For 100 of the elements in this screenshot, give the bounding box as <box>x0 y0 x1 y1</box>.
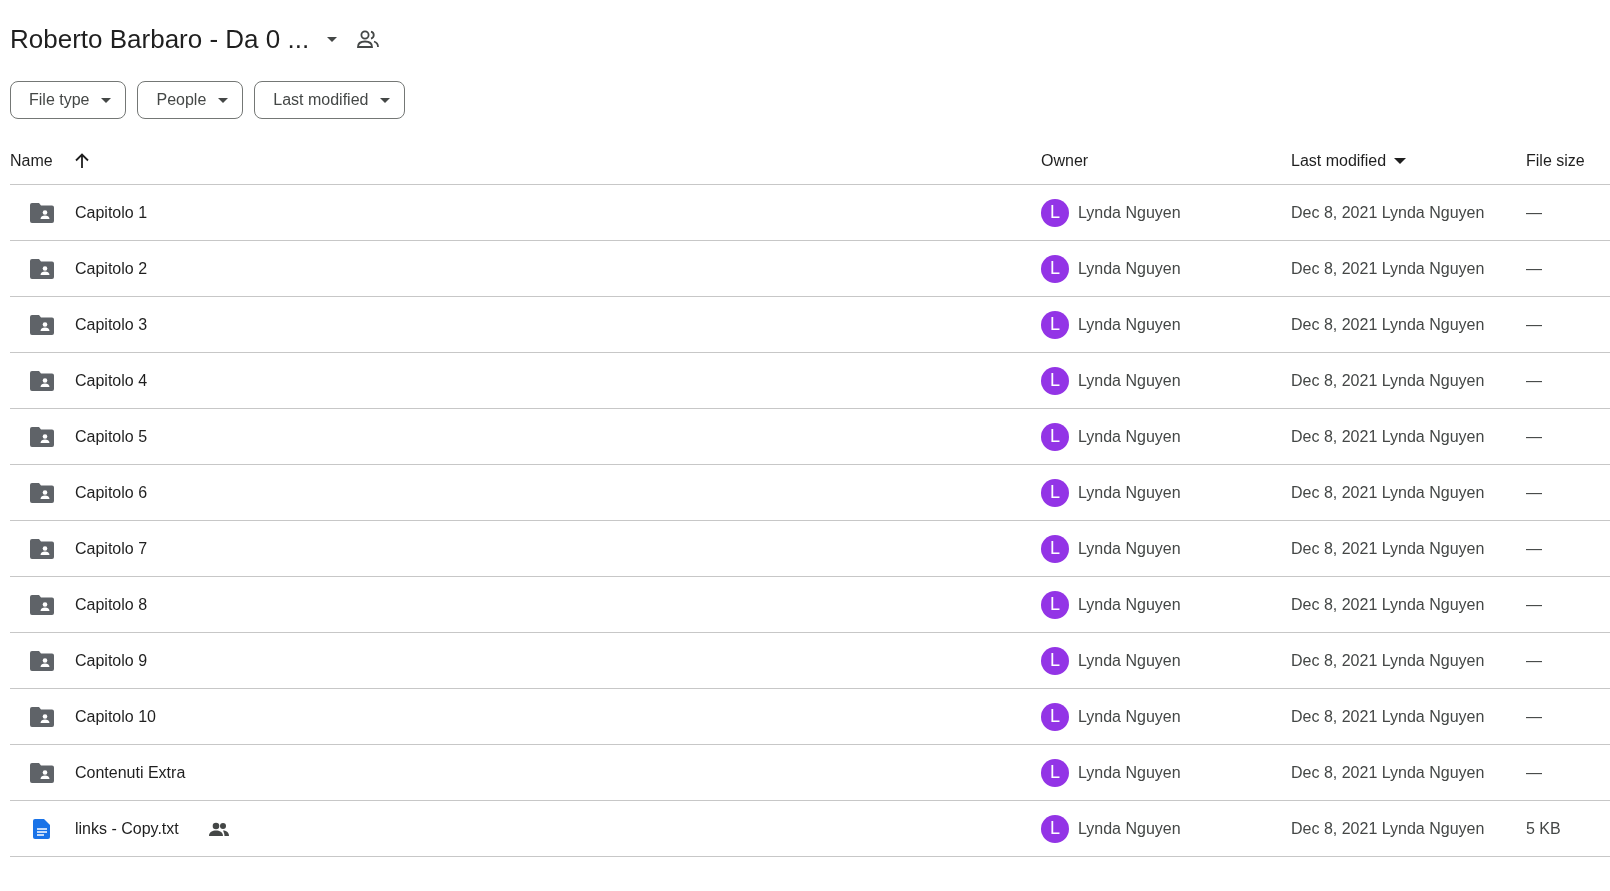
owner-name: Lynda Nguyen <box>1078 707 1181 726</box>
column-header[interactable]: Name <box>10 151 89 170</box>
file-name: Capitolo 10 <box>75 707 156 726</box>
file-size: — <box>1526 427 1542 446</box>
file-size: — <box>1526 371 1542 390</box>
owner-name: Lynda Nguyen <box>1078 315 1181 334</box>
shared-folder-icon <box>30 482 54 503</box>
modified-text: Dec 8, 2021 Lynda Nguyen <box>1291 483 1485 502</box>
file-row[interactable]: Capitolo 10 L Lynda Nguyen Dec 8, 2021 Lynda Nguyen — <box>10 689 1610 745</box>
modified-text: Dec 8, 2021 Lynda Nguyen <box>1291 427 1485 446</box>
modified-text: Dec 8, 2021 Lynda Nguyen <box>1291 315 1485 334</box>
modified-text: Dec 8, 2021 Lynda Nguyen <box>1291 539 1485 558</box>
modified-text: Dec 8, 2021 Lynda Nguyen <box>1291 259 1485 278</box>
file-name: Capitolo 3 <box>75 315 148 334</box>
modified-text: Dec 8, 2021 Lynda Nguyen <box>1291 651 1485 670</box>
owner-avatar: L <box>1041 590 1069 619</box>
shared-folder-icon <box>30 202 54 223</box>
owner-name: Lynda Nguyen <box>1078 259 1181 278</box>
file-row[interactable]: links - Copy.txt L Lynda Nguyen Dec 8, 2021 Lynda Nguyen 5 KB <box>10 801 1610 857</box>
shared-folder-icon <box>30 370 54 391</box>
file-name: links - Copy.txt <box>75 819 179 838</box>
file-row[interactable]: Capitolo 2 L Lynda Nguyen Dec 8, 2021 Lynda Nguyen — <box>10 241 1610 297</box>
owner-avatar: L <box>1041 646 1069 675</box>
owner-avatar: L <box>1041 478 1069 507</box>
shared-folder-icon <box>30 538 54 559</box>
file-size: 5 KB <box>1526 819 1561 838</box>
column-header[interactable]: File size <box>1526 151 1585 170</box>
file-size: — <box>1526 315 1542 334</box>
folder-title-dropdown[interactable]: Roberto Barbaro - Da 0 ... <box>10 23 338 55</box>
file-size: — <box>1526 259 1542 278</box>
owner-name: Lynda Nguyen <box>1078 539 1181 558</box>
modified-text: Dec 8, 2021 Lynda Nguyen <box>1291 763 1485 782</box>
sort-up-arrow-icon <box>74 153 89 168</box>
owner-name: Lynda Nguyen <box>1078 483 1181 502</box>
file-row[interactable]: Capitolo 6 L Lynda Nguyen Dec 8, 2021 Lynda Nguyen — <box>10 465 1610 521</box>
owner-name: Lynda Nguyen <box>1078 203 1181 222</box>
file-size: — <box>1526 707 1542 726</box>
modified-text: Dec 8, 2021 Lynda Nguyen <box>1291 819 1485 838</box>
caret-icon <box>101 97 112 103</box>
file-size: — <box>1526 483 1542 502</box>
shared-folder-icon <box>30 258 54 279</box>
owner-name: Lynda Nguyen <box>1078 371 1181 390</box>
people-icon <box>208 821 229 836</box>
filter-chip[interactable]: Last modified <box>254 81 406 119</box>
filter-chip[interactable]: File type <box>10 81 127 119</box>
file-size: — <box>1526 595 1542 614</box>
shared-folder-icon <box>30 314 54 335</box>
shared-folder-icon <box>30 706 54 727</box>
owner-name: Lynda Nguyen <box>1078 651 1181 670</box>
file-name: Capitolo 9 <box>75 651 148 670</box>
modified-text: Dec 8, 2021 Lynda Nguyen <box>1291 595 1485 614</box>
file-size: — <box>1526 651 1542 670</box>
modified-text: Dec 8, 2021 Lynda Nguyen <box>1291 203 1485 222</box>
shared-folder-icon <box>30 762 54 783</box>
document-icon <box>33 818 51 839</box>
caret-icon <box>380 97 391 103</box>
people-icon <box>357 30 380 48</box>
caret-icon <box>218 97 229 103</box>
owner-avatar: L <box>1041 254 1069 283</box>
owner-name: Lynda Nguyen <box>1078 595 1181 614</box>
file-name: Capitolo 4 <box>75 371 148 390</box>
file-name: Capitolo 1 <box>75 203 148 222</box>
owner-name: Lynda Nguyen <box>1078 427 1181 446</box>
owner-avatar: L <box>1041 310 1069 339</box>
file-name: Capitolo 5 <box>75 427 148 446</box>
caret-icon <box>327 36 338 42</box>
file-size: — <box>1526 203 1542 222</box>
owner-avatar: L <box>1041 534 1069 563</box>
owner-avatar: L <box>1041 814 1069 843</box>
column-header[interactable]: Owner <box>1041 151 1089 170</box>
file-name: Capitolo 2 <box>75 259 148 278</box>
shared-folder-icon <box>30 426 54 447</box>
file-row[interactable]: Capitolo 9 L Lynda Nguyen Dec 8, 2021 Lynda Nguyen — <box>10 633 1610 689</box>
file-name: Capitolo 7 <box>75 539 148 558</box>
owner-avatar: L <box>1041 366 1069 395</box>
owner-avatar: L <box>1041 702 1069 731</box>
owner-avatar: L <box>1041 422 1069 451</box>
file-name: Contenuti Extra <box>75 763 186 782</box>
file-size: — <box>1526 763 1542 782</box>
shared-folder-icon <box>30 594 54 615</box>
file-row[interactable]: Capitolo 5 L Lynda Nguyen Dec 8, 2021 Lynda Nguyen — <box>10 409 1610 465</box>
modified-text: Dec 8, 2021 Lynda Nguyen <box>1291 707 1485 726</box>
file-size: — <box>1526 539 1542 558</box>
owner-name: Lynda Nguyen <box>1078 763 1181 782</box>
file-row[interactable]: Capitolo 8 L Lynda Nguyen Dec 8, 2021 Lynda Nguyen — <box>10 577 1610 633</box>
file-row[interactable]: Capitolo 1 L Lynda Nguyen Dec 8, 2021 Lynda Nguyen — <box>10 185 1610 241</box>
owner-avatar: L <box>1041 198 1069 227</box>
shared-folder-icon <box>30 650 54 671</box>
file-name: Capitolo 6 <box>75 483 148 502</box>
file-row[interactable]: Contenuti Extra L Lynda Nguyen Dec 8, 2021 Lynda Nguyen — <box>10 745 1610 801</box>
file-row[interactable]: Capitolo 7 L Lynda Nguyen Dec 8, 2021 Lynda Nguyen — <box>10 521 1610 577</box>
modified-text: Dec 8, 2021 Lynda Nguyen <box>1291 371 1485 390</box>
column-header[interactable]: Last modified <box>1291 151 1407 170</box>
file-row[interactable]: Capitolo 4 L Lynda Nguyen Dec 8, 2021 Lynda Nguyen — <box>10 353 1610 409</box>
owner-name: Lynda Nguyen <box>1078 819 1181 838</box>
file-name: Capitolo 8 <box>75 595 148 614</box>
file-row[interactable]: Capitolo 3 L Lynda Nguyen Dec 8, 2021 Lynda Nguyen — <box>10 297 1610 353</box>
filter-chip[interactable]: People <box>137 81 244 119</box>
owner-avatar: L <box>1041 758 1069 787</box>
sort-down-caret-icon <box>1394 157 1407 164</box>
